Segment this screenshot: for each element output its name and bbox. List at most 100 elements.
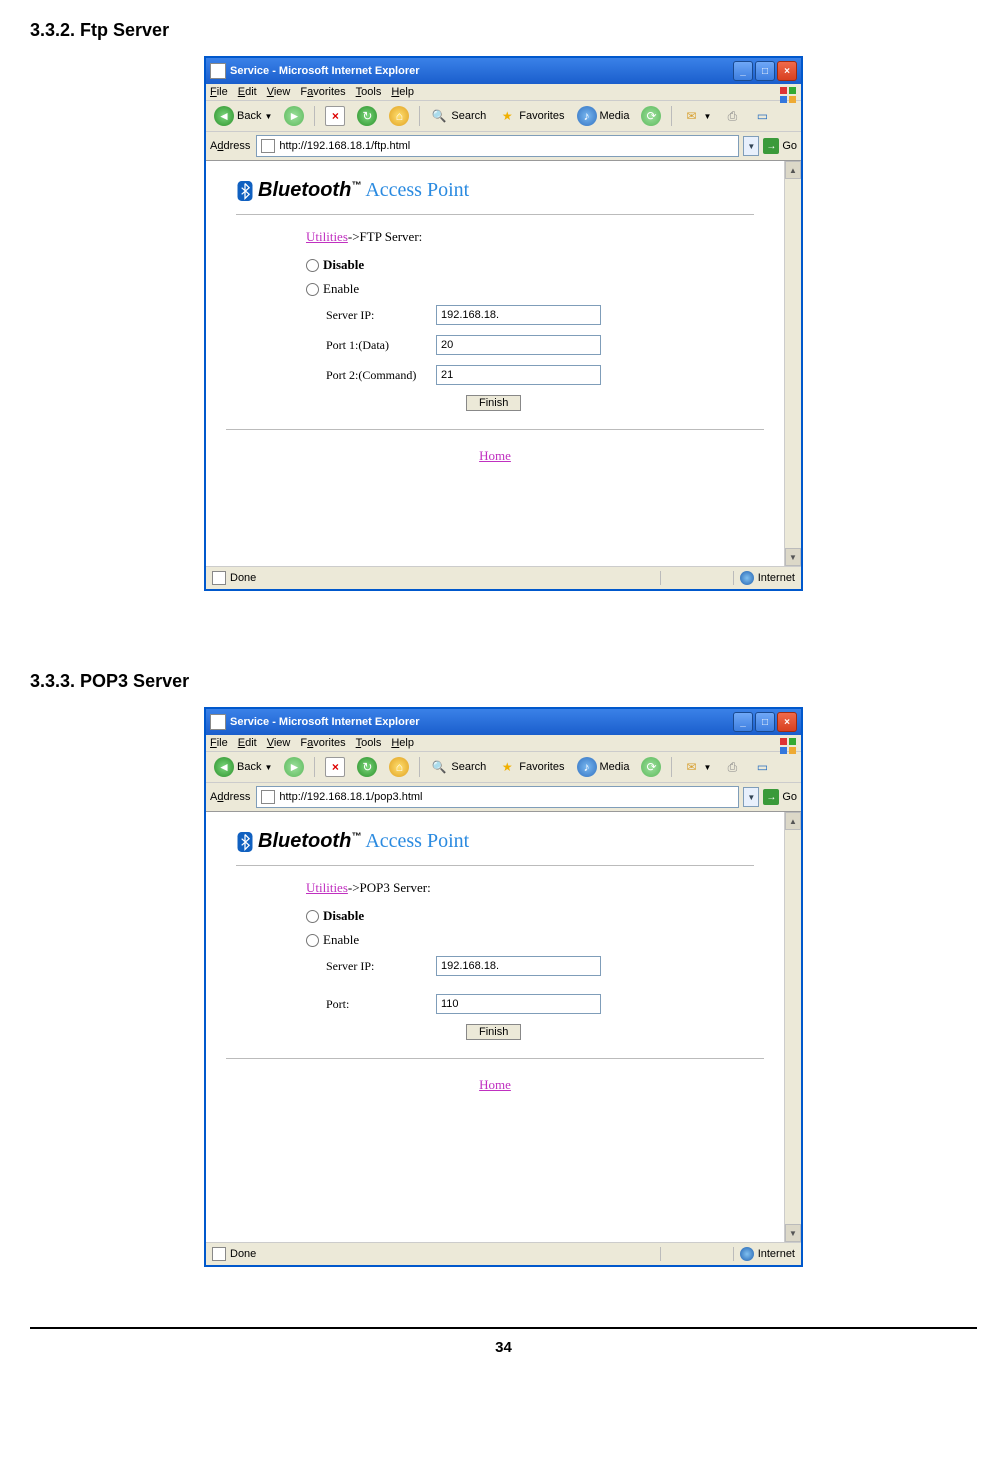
address-input-wrapper: http://192.168.18.1/ftp.html	[256, 135, 739, 157]
stop-button[interactable]: ×	[321, 104, 349, 128]
scroll-down-button[interactable]: ▼	[785, 1224, 801, 1242]
server-ip-input[interactable]	[436, 305, 601, 325]
search-button[interactable]: 🔍Search	[426, 756, 490, 778]
back-button[interactable]: ◄Back ▼	[210, 755, 276, 779]
port1-input[interactable]	[436, 335, 601, 355]
toolbar-separator	[419, 757, 420, 777]
page-icon	[261, 139, 275, 153]
menu-edit[interactable]: Edit	[238, 86, 257, 98]
stop-icon: ×	[325, 106, 345, 126]
menu-tools[interactable]: Tools	[356, 737, 382, 749]
print-button[interactable]: ⎙	[719, 756, 745, 778]
home-link[interactable]: Home	[479, 1077, 511, 1092]
windows-logo-icon	[779, 86, 797, 104]
home-icon: ⌂	[389, 106, 409, 126]
menu-view[interactable]: View	[267, 737, 291, 749]
scroll-track[interactable]	[785, 179, 801, 548]
enable-radio[interactable]	[306, 934, 319, 947]
search-button[interactable]: 🔍Search	[426, 105, 490, 127]
menu-file[interactable]: File	[210, 86, 228, 98]
finish-button[interactable]: Finish	[466, 395, 521, 411]
stop-button[interactable]: ×	[321, 755, 349, 779]
home-button[interactable]: ⌂	[385, 755, 413, 779]
breadcrumb-utilities-link[interactable]: Utilities	[306, 229, 348, 244]
browser-window-ftp: Service - Microsoft Internet Explorer _ …	[204, 56, 803, 591]
status-separator	[733, 571, 734, 585]
close-button[interactable]: ×	[777, 712, 797, 732]
enable-radio[interactable]	[306, 283, 319, 296]
server-ip-input[interactable]	[436, 956, 601, 976]
maximize-button[interactable]: □	[755, 712, 775, 732]
server-ip-row: Server IP:	[326, 305, 754, 325]
favorites-button[interactable]: ★Favorites	[494, 756, 568, 778]
media-button[interactable]: ♪Media	[573, 755, 634, 779]
back-button[interactable]: ◄Back ▼	[210, 104, 276, 128]
menubar: File Edit View Favorites Tools Help	[206, 735, 801, 752]
breadcrumb-utilities-link[interactable]: Utilities	[306, 880, 348, 895]
minimize-button[interactable]: _	[733, 712, 753, 732]
home-link-row: Home	[236, 1077, 754, 1093]
disable-radio[interactable]	[306, 259, 319, 272]
finish-button[interactable]: Finish	[466, 1024, 521, 1040]
forward-button[interactable]: ►	[280, 755, 308, 779]
refresh-button[interactable]: ↻	[353, 104, 381, 128]
scrollbar[interactable]: ▲ ▼	[784, 812, 801, 1242]
bluetooth-icon	[236, 181, 254, 201]
menu-file[interactable]: File	[210, 737, 228, 749]
media-label: Media	[600, 110, 630, 122]
address-input[interactable]: http://192.168.18.1/ftp.html	[279, 140, 410, 152]
address-input-wrapper: http://192.168.18.1/pop3.html	[256, 786, 739, 808]
menu-favorites[interactable]: Favorites	[300, 86, 345, 98]
menu-help[interactable]: Help	[391, 86, 414, 98]
address-dropdown[interactable]: ▼	[743, 136, 759, 156]
go-button[interactable]: →Go	[763, 789, 797, 805]
mail-button[interactable]: ✉▼	[678, 756, 715, 778]
menu-help[interactable]: Help	[391, 737, 414, 749]
search-label: Search	[451, 110, 486, 122]
scroll-track[interactable]	[785, 830, 801, 1224]
menu-view[interactable]: View	[267, 86, 291, 98]
search-icon: 🔍	[430, 758, 448, 776]
port2-label: Port 2:(Command)	[326, 368, 436, 383]
address-dropdown[interactable]: ▼	[743, 787, 759, 807]
mail-button[interactable]: ✉▼	[678, 105, 715, 127]
history-button[interactable]: ⟳	[637, 755, 665, 779]
edit-button[interactable]: ▭	[749, 756, 775, 778]
address-input[interactable]: http://192.168.18.1/pop3.html	[279, 791, 422, 803]
menu-favorites[interactable]: Favorites	[300, 737, 345, 749]
menu-tools[interactable]: Tools	[356, 86, 382, 98]
enable-radio-row: Enable	[306, 932, 754, 948]
scroll-up-button[interactable]: ▲	[785, 812, 801, 830]
maximize-button[interactable]: □	[755, 61, 775, 81]
home-button[interactable]: ⌂	[385, 104, 413, 128]
scroll-down-button[interactable]: ▼	[785, 548, 801, 566]
disable-radio[interactable]	[306, 910, 319, 923]
back-label: Back	[237, 761, 261, 773]
refresh-button[interactable]: ↻	[353, 755, 381, 779]
page-icon	[210, 63, 226, 79]
go-button[interactable]: →Go	[763, 138, 797, 154]
edit-button[interactable]: ▭	[749, 105, 775, 127]
close-button[interactable]: ×	[777, 61, 797, 81]
port2-input[interactable]	[436, 365, 601, 385]
status-separator	[660, 571, 661, 585]
toolbar: ◄Back ▼ ► × ↻ ⌂ 🔍Search ★Favorites ♪Medi…	[206, 101, 801, 132]
scrollbar[interactable]: ▲ ▼	[784, 161, 801, 566]
favorites-button[interactable]: ★Favorites	[494, 105, 568, 127]
enable-label: Enable	[323, 932, 359, 948]
status-text: Done	[230, 1248, 256, 1260]
logo-area: Bluetooth™ Access Point	[236, 179, 754, 202]
history-button[interactable]: ⟳	[637, 104, 665, 128]
print-button[interactable]: ⎙	[719, 105, 745, 127]
section-heading-pop3: 3.3.3. POP3 Server	[30, 671, 977, 692]
minimize-button[interactable]: _	[733, 61, 753, 81]
media-button[interactable]: ♪Media	[573, 104, 634, 128]
port-input[interactable]	[436, 994, 601, 1014]
forward-button[interactable]: ►	[280, 104, 308, 128]
home-link[interactable]: Home	[479, 448, 511, 463]
menu-edit[interactable]: Edit	[238, 737, 257, 749]
scroll-up-button[interactable]: ▲	[785, 161, 801, 179]
home-icon: ⌂	[389, 757, 409, 777]
internet-zone-icon	[740, 1247, 754, 1261]
page-number: 34	[30, 1339, 977, 1356]
